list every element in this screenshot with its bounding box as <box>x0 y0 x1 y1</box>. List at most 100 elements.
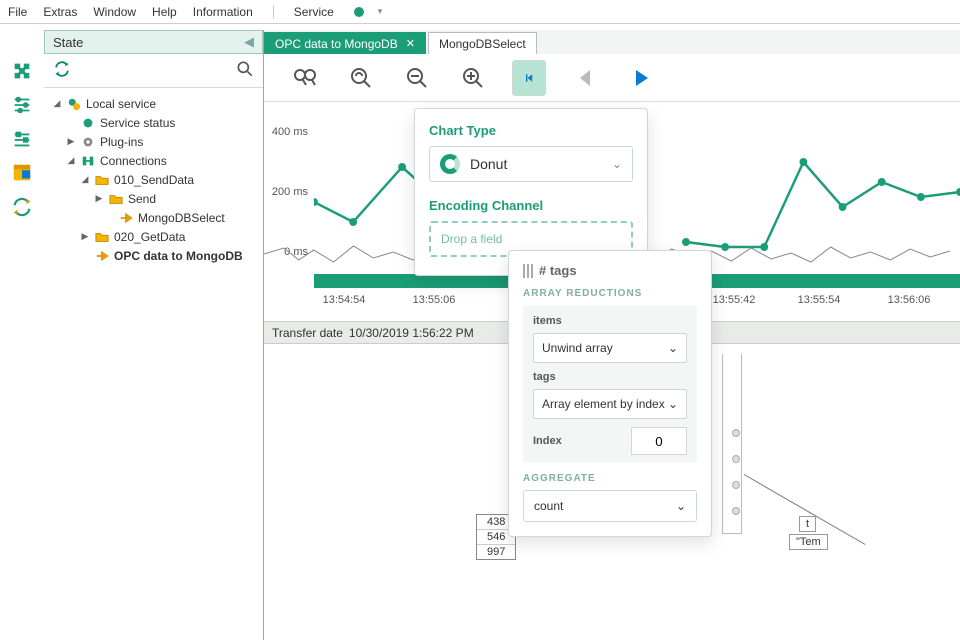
play-icon[interactable] <box>624 61 658 95</box>
expand-icon[interactable] <box>80 231 90 242</box>
y-tick: 200 ms <box>272 186 308 198</box>
tags-select[interactable]: Array element by index⌄ <box>533 389 687 419</box>
tree-label: Send <box>128 192 156 206</box>
menu-file[interactable]: File <box>8 5 27 19</box>
tree-020-getdata[interactable]: 020_GetData <box>52 227 259 246</box>
expand-icon[interactable] <box>52 98 62 109</box>
expand-icon[interactable] <box>66 155 76 166</box>
x-tick: 13:54:54 <box>323 294 366 306</box>
drag-handle-icon[interactable] <box>523 264 533 278</box>
encoding-channel-title: Encoding Channel <box>429 198 633 213</box>
search-icon[interactable] <box>235 59 255 82</box>
service-status-caret[interactable]: ▾ <box>378 6 383 17</box>
menu-information[interactable]: Information <box>193 5 253 19</box>
menu-help[interactable]: Help <box>152 5 177 19</box>
value-cell: 997 <box>477 545 515 559</box>
status-value: 10/30/2019 1:56:22 PM <box>349 326 474 340</box>
items-select[interactable]: Unwind array⌄ <box>533 333 687 363</box>
menubar: File Extras Window Help Information Serv… <box>0 0 960 24</box>
tree-service-status[interactable]: Service status <box>52 113 259 132</box>
y-tick: 400 ms <box>272 126 308 138</box>
refresh-icon[interactable] <box>52 59 72 82</box>
chart-type-value: Donut <box>470 156 507 172</box>
rail-sliders-icon[interactable] <box>6 92 38 118</box>
tab-label: OPC data to MongoDB <box>275 37 398 51</box>
index-input[interactable] <box>631 427 687 455</box>
chart-type-select[interactable]: Donut ⌄ <box>429 146 633 182</box>
tab-mongodbselect[interactable]: MongoDBSelect <box>428 32 537 54</box>
expand-icon[interactable] <box>94 193 104 204</box>
rail-sliders2-icon[interactable] <box>6 126 38 152</box>
tree-010-senddata[interactable]: 010_SendData <box>52 170 259 189</box>
array-reductions-section: ARRAY REDUCTIONS <box>523 288 697 299</box>
x-tick: 13:55:54 <box>798 294 841 306</box>
index-label: Index <box>533 435 562 447</box>
donut-icon <box>440 154 460 174</box>
menu-window[interactable]: Window <box>93 5 136 19</box>
tree-label: Connections <box>100 154 167 168</box>
find-icon[interactable] <box>288 61 322 95</box>
zoom-reset-icon[interactable] <box>344 61 378 95</box>
menu-separator <box>273 5 274 19</box>
skip-start-icon[interactable] <box>512 60 546 96</box>
tree-label: OPC data to MongoDB <box>114 249 243 263</box>
aggregate-select[interactable]: count ⌄ <box>523 490 697 522</box>
chevron-down-icon: ⌄ <box>676 499 686 513</box>
tree-label: Service status <box>100 116 175 130</box>
chevron-down-icon: ⌄ <box>668 397 678 411</box>
close-icon[interactable]: ✕ <box>406 37 415 50</box>
chevron-down-icon: ⌄ <box>612 157 622 171</box>
tree-connections[interactable]: Connections <box>52 151 259 170</box>
select-value: count <box>534 499 563 513</box>
expand-icon[interactable] <box>80 174 90 185</box>
arrow-right-icon <box>94 249 110 263</box>
tree-label: Local service <box>86 97 156 111</box>
left-rail <box>0 54 44 224</box>
expand-icon[interactable] <box>66 136 76 147</box>
tags-popover: # tags ARRAY REDUCTIONS items Unwind arr… <box>508 250 712 537</box>
tab-opc-mongodb[interactable]: OPC data to MongoDB ✕ <box>264 32 426 54</box>
folder-icon <box>108 192 124 206</box>
tree-label: 010_SendData <box>114 173 194 187</box>
chart-type-title: Chart Type <box>429 123 633 138</box>
diagram-node-tem[interactable]: "Tem <box>789 534 828 550</box>
tree-label: Plug-ins <box>100 135 143 149</box>
tree-label: MongoDBSelect <box>138 211 225 225</box>
select-value: Array element by index <box>542 397 665 411</box>
tags-popover-header[interactable]: # tags <box>523 263 697 278</box>
rail-archive-icon[interactable] <box>6 160 38 186</box>
tab-bar: OPC data to MongoDB ✕ MongoDBSelect <box>264 30 960 54</box>
tree-root[interactable]: Local service <box>52 94 259 113</box>
tags-title: # tags <box>539 263 577 278</box>
state-panel: State ◀ Local service Service status Plu… <box>44 30 264 640</box>
rail-puzzle-icon[interactable] <box>6 58 38 84</box>
diagram-node-t[interactable]: t <box>799 516 816 532</box>
x-tick: 13:55:42 <box>713 294 756 306</box>
arrow-right-icon <box>118 211 134 225</box>
state-panel-toolbar <box>44 54 263 88</box>
tab-label: MongoDBSelect <box>439 37 526 51</box>
tree-mongoselect[interactable]: MongoDBSelect <box>52 208 259 227</box>
status-label: Transfer date <box>272 326 343 340</box>
folder-icon <box>94 173 110 187</box>
menu-service[interactable]: Service <box>294 5 334 19</box>
tags-label: tags <box>533 371 687 383</box>
zoom-out-icon[interactable] <box>400 61 434 95</box>
tree-opc[interactable]: OPC data to MongoDB <box>52 246 259 265</box>
tree-send[interactable]: Send <box>52 189 259 208</box>
rail-sync-icon[interactable] <box>6 194 38 220</box>
state-panel-collapse[interactable]: ◀ <box>244 34 254 50</box>
prev-icon[interactable] <box>568 61 602 95</box>
tree: Local service Service status Plug-ins Co… <box>44 88 263 271</box>
items-label: items <box>533 315 687 327</box>
folder-icon <box>94 230 110 244</box>
gear-icon <box>80 135 96 149</box>
zoom-in-icon[interactable] <box>456 61 490 95</box>
tree-plugins[interactable]: Plug-ins <box>52 132 259 151</box>
menu-extras[interactable]: Extras <box>43 5 77 19</box>
chart-toolbar <box>264 54 960 102</box>
chevron-down-icon: ⌄ <box>668 341 678 355</box>
service-icon <box>66 97 82 111</box>
connections-icon <box>80 154 96 168</box>
aggregate-section: AGGREGATE <box>523 473 697 484</box>
